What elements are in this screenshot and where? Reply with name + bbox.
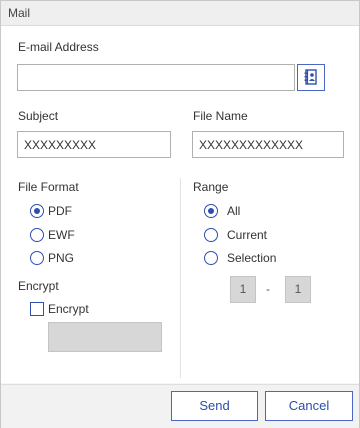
ewf-label: EWF: [48, 228, 75, 242]
encrypt-password-field: [48, 322, 162, 352]
cancel-button[interactable]: Cancel: [265, 391, 353, 421]
pdf-label: PDF: [48, 204, 72, 218]
email-input[interactable]: [17, 64, 295, 91]
png-radio[interactable]: [30, 251, 44, 265]
all-label: All: [227, 204, 241, 218]
column-divider: [180, 178, 181, 378]
title-bar: Mail: [1, 1, 359, 26]
range-separator: -: [266, 282, 270, 296]
png-label: PNG: [48, 251, 75, 265]
address-book-button[interactable]: [297, 64, 325, 91]
email-label: E-mail Address: [18, 40, 99, 54]
window-title: Mail: [8, 6, 31, 20]
mail-dialog: Mail E-mail Address Subject File Name Fi…: [0, 0, 360, 428]
selection-label: Selection: [227, 251, 277, 265]
dialog-footer: Send Cancel: [1, 384, 359, 428]
send-button[interactable]: Send: [171, 391, 258, 421]
range-from-field: 1: [230, 276, 256, 303]
ewf-radio[interactable]: [30, 228, 44, 242]
range-to-field: 1: [285, 276, 311, 303]
subject-label: Subject: [18, 109, 59, 123]
range-label: Range: [193, 180, 229, 194]
current-label: Current: [227, 228, 268, 242]
encrypt-checkbox[interactable]: [30, 302, 44, 316]
encrypt-checkbox-label: Encrypt: [48, 302, 89, 316]
current-radio[interactable]: [204, 228, 218, 242]
pdf-radio[interactable]: [30, 204, 44, 218]
selection-radio[interactable]: [204, 251, 218, 265]
address-book-icon: [304, 69, 317, 85]
subject-input[interactable]: [17, 131, 171, 158]
encrypt-section-label: Encrypt: [18, 279, 59, 293]
dialog-content: E-mail Address Subject File Name File Fo…: [1, 26, 359, 383]
file-name-input[interactable]: [192, 131, 344, 158]
file-format-label: File Format: [18, 180, 79, 194]
file-name-label: File Name: [193, 109, 248, 123]
all-radio[interactable]: [204, 204, 218, 218]
